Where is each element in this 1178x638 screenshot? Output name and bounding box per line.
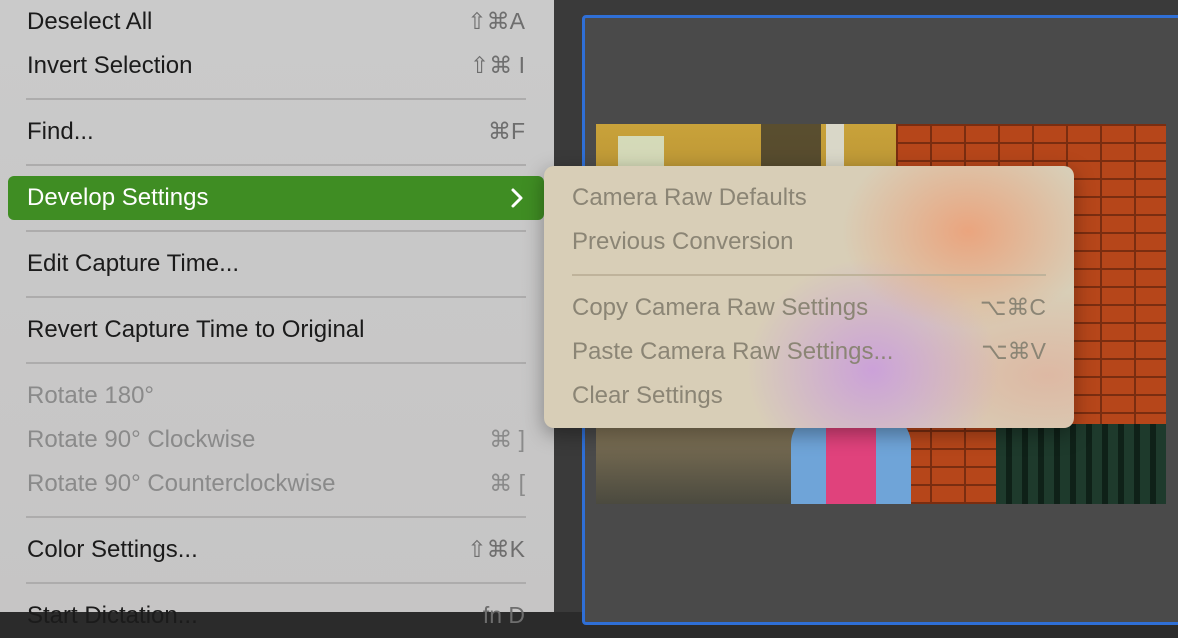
submenu-separator	[572, 274, 1046, 276]
menu-item-color-settings[interactable]: Color Settings... ⇧⌘K	[8, 528, 544, 572]
submenu-item-shortcut: ⌥⌘C	[979, 294, 1046, 320]
menu-item-shortcut: ⇧⌘A	[467, 8, 525, 34]
menu-separator	[26, 98, 526, 100]
menu-item-label: Deselect All	[27, 8, 153, 35]
menu-separator	[26, 582, 526, 584]
submenu-item-copy-camera-raw-settings[interactable]: Copy Camera Raw Settings ⌥⌘C	[544, 286, 1074, 330]
menu-item-shortcut: ⇧⌘ I	[469, 52, 525, 78]
menu-item-label: Rotate 180°	[27, 382, 155, 409]
menu-item-shortcut: ⌘ ]	[489, 426, 525, 452]
menu-item-shortcut: fn D	[482, 602, 525, 628]
menu-item-label: Rotate 90° Clockwise	[27, 426, 256, 453]
menu-item-label: Invert Selection	[27, 52, 193, 79]
submenu-item-clear-settings[interactable]: Clear Settings	[544, 374, 1074, 418]
submenu-item-paste-camera-raw-settings[interactable]: Paste Camera Raw Settings... ⌥⌘V	[544, 330, 1074, 374]
menu-item-shortcut: ⌘ [	[489, 470, 525, 496]
menu-item-shortcut: ⌘F	[487, 118, 525, 144]
menu-separator	[26, 296, 526, 298]
chevron-right-icon	[511, 188, 523, 208]
menu-item-rotate-90-counterclockwise[interactable]: Rotate 90° Counterclockwise ⌘ [	[8, 462, 544, 506]
menu-item-find[interactable]: Find... ⌘F	[8, 110, 544, 154]
menu-item-label: Develop Settings	[27, 184, 209, 211]
submenu-item-label: Previous Conversion	[572, 228, 794, 255]
menu-item-label: Find...	[27, 118, 94, 145]
menu-item-label: Start Dictation...	[27, 602, 198, 629]
submenu-item-camera-raw-defaults[interactable]: Camera Raw Defaults	[544, 176, 1074, 220]
menu-item-label: Rotate 90° Counterclockwise	[27, 470, 336, 497]
menu-separator	[26, 230, 526, 232]
menu-item-edit-capture-time[interactable]: Edit Capture Time...	[8, 242, 544, 286]
submenu-item-previous-conversion[interactable]: Previous Conversion	[544, 220, 1074, 264]
photo-bench	[996, 424, 1166, 504]
menu-separator	[26, 362, 526, 364]
menu-item-start-dictation[interactable]: Start Dictation... fn D	[8, 594, 544, 638]
menu-item-invert-selection[interactable]: Invert Selection ⇧⌘ I	[8, 44, 544, 88]
menu-item-rotate-90-clockwise[interactable]: Rotate 90° Clockwise ⌘ ]	[8, 418, 544, 462]
submenu-item-label: Paste Camera Raw Settings...	[572, 338, 894, 365]
menu-item-rotate-180[interactable]: Rotate 180°	[8, 374, 544, 418]
menu-item-label: Revert Capture Time to Original	[27, 316, 365, 343]
develop-settings-submenu: Camera Raw Defaults Previous Conversion …	[544, 166, 1074, 428]
menu-item-label: Edit Capture Time...	[27, 250, 240, 277]
photo-menu: Deselect All ⇧⌘A Invert Selection ⇧⌘ I F…	[0, 0, 554, 629]
menu-separator	[26, 516, 526, 518]
menu-item-develop-settings[interactable]: Develop Settings	[8, 176, 544, 220]
menu-item-label: Color Settings...	[27, 536, 198, 563]
submenu-item-shortcut: ⌥⌘V	[981, 338, 1046, 364]
menu-item-revert-capture-time[interactable]: Revert Capture Time to Original	[8, 308, 544, 352]
photo-person-scarf	[826, 424, 876, 504]
submenu-item-label: Camera Raw Defaults	[572, 184, 807, 211]
submenu-item-label: Clear Settings	[572, 382, 723, 409]
menu-item-shortcut: ⇧⌘K	[467, 536, 525, 562]
menu-separator	[26, 164, 526, 166]
menu-item-deselect-all[interactable]: Deselect All ⇧⌘A	[8, 0, 544, 44]
submenu-item-label: Copy Camera Raw Settings	[572, 294, 869, 321]
